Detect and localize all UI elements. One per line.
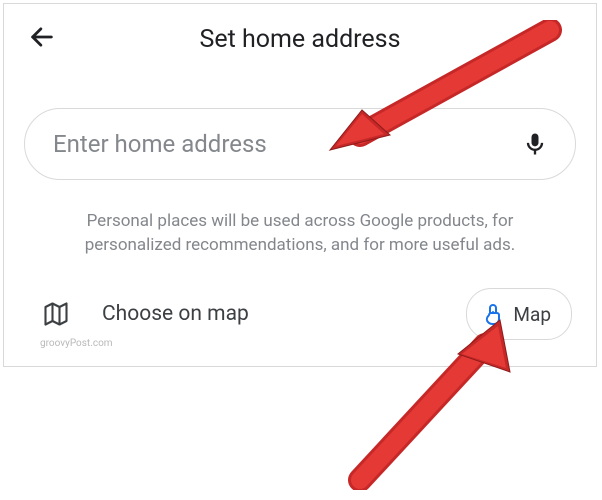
choose-on-map-row: Choose on map Map <box>4 286 596 342</box>
touch-icon <box>481 302 505 326</box>
map-button-label: Map <box>513 303 551 326</box>
address-input[interactable] <box>51 129 521 159</box>
back-button[interactable] <box>28 23 56 55</box>
app-frame: Set home address Personal places will be… <box>3 3 597 367</box>
privacy-info-text: Personal places will be used across Goog… <box>44 210 556 258</box>
page-title: Set home address <box>200 25 401 54</box>
map-button[interactable]: Map <box>466 288 572 340</box>
choose-on-map-label: Choose on map <box>102 302 249 326</box>
address-search-field[interactable] <box>24 108 576 180</box>
arrow-left-icon <box>28 23 56 51</box>
watermark-text: groovyPost.com <box>40 338 113 349</box>
map-icon <box>42 300 70 328</box>
header-bar: Set home address <box>4 14 596 64</box>
microphone-icon[interactable] <box>521 130 549 158</box>
